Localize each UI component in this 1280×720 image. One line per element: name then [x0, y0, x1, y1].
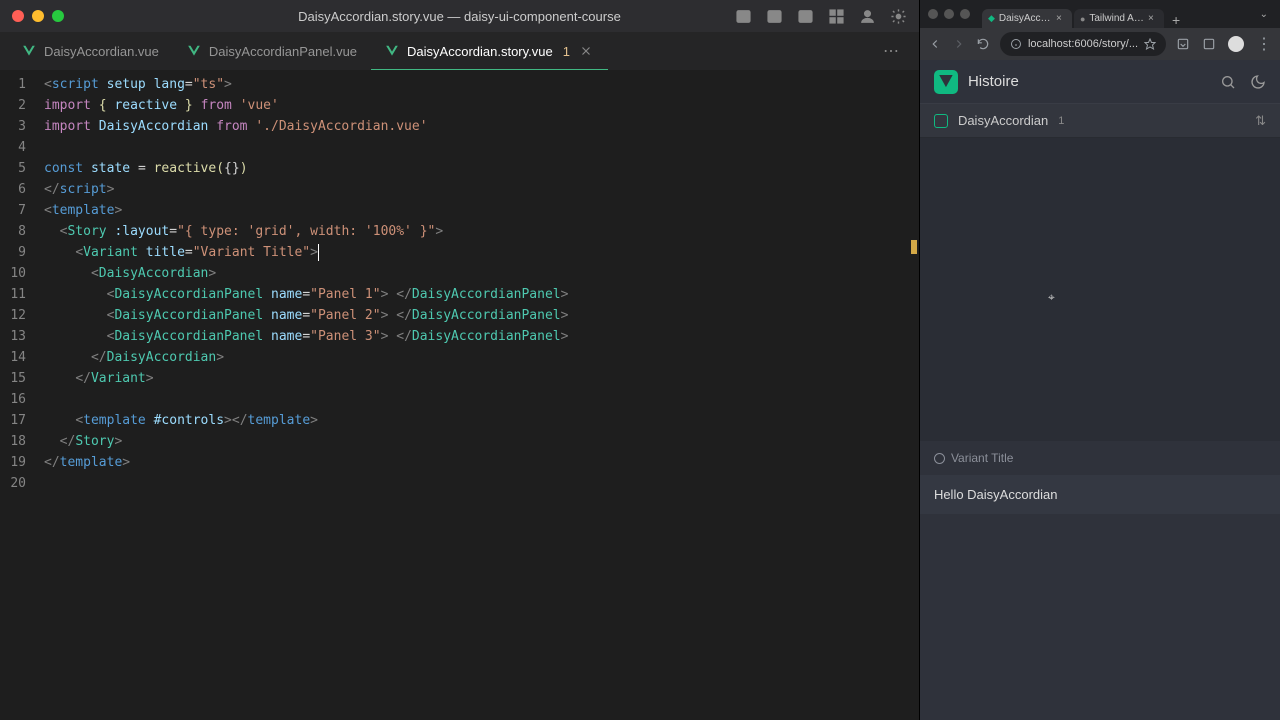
- tab-daisyaccordian[interactable]: DaisyAccordian.vue: [8, 32, 173, 70]
- titlebar-actions: [735, 8, 919, 25]
- variant-content: Hello DaisyAccordian: [920, 475, 1280, 514]
- tab-label: DaisyAccordianPanel.vue: [209, 44, 357, 59]
- code-editor[interactable]: 1234567891011121314151617181920 <script …: [0, 70, 919, 720]
- tab-label: DaisyAccordian.vue: [44, 44, 159, 59]
- account-icon[interactable]: [859, 8, 876, 25]
- tab-daisyaccordian-story[interactable]: DaisyAccordian.story.vue 1: [371, 32, 608, 70]
- profile-avatar[interactable]: [1228, 36, 1244, 52]
- search-icon[interactable]: [1220, 74, 1236, 90]
- browser-toolbar: localhost:6006/story/... ⋮: [920, 28, 1280, 60]
- histoire-title: Histoire: [968, 73, 1019, 90]
- story-canvas: ⌖: [920, 138, 1280, 441]
- titlebar: DaisyAccordian.story.vue — daisy-ui-comp…: [0, 0, 919, 32]
- vue-icon: [22, 44, 36, 58]
- browser-window-controls: [928, 9, 970, 19]
- reload-icon[interactable]: [976, 37, 990, 51]
- info-icon[interactable]: [1010, 38, 1022, 50]
- variant-panel: Variant Title Hello DaisyAccordian: [920, 441, 1280, 720]
- tab-label: DaisyAccordian.story.vue: [407, 44, 553, 59]
- back-icon[interactable]: [928, 37, 942, 51]
- browser-pane: ◆ DaisyAccordian × ● Tailwind Accor × + …: [919, 0, 1280, 720]
- histoire-logo-icon: [934, 70, 958, 94]
- browser-minimize-button[interactable]: [944, 9, 954, 19]
- story-row[interactable]: DaisyAccordian 1 ⇅: [920, 104, 1280, 138]
- window-title: DaisyAccordian.story.vue — daisy-ui-comp…: [298, 9, 621, 24]
- tab-modified-indicator: 1: [563, 44, 570, 59]
- panel-left-icon[interactable]: [735, 8, 752, 25]
- favicon-icon: ●: [1080, 14, 1085, 24]
- browser-titlebar: ◆ DaisyAccordian × ● Tailwind Accor × + …: [920, 0, 1280, 28]
- variant-dot-icon: [934, 453, 945, 464]
- layout-icon[interactable]: [828, 8, 845, 25]
- browser-tabs: ◆ DaisyAccordian × ● Tailwind Accor × +: [982, 0, 1256, 28]
- cursor-indicator: ⌖: [1048, 290, 1055, 305]
- more-actions-icon[interactable]: ⋯: [883, 41, 911, 61]
- url-text: localhost:6006/story/...: [1028, 38, 1138, 50]
- close-icon[interactable]: ×: [1148, 13, 1158, 24]
- browser-tab-label: DaisyAccordian: [999, 13, 1052, 24]
- minimize-window-button[interactable]: [32, 10, 44, 22]
- download-icon[interactable]: [1176, 37, 1190, 51]
- tab-daisyaccordianpanel[interactable]: DaisyAccordianPanel.vue: [173, 32, 371, 70]
- vue-icon: [187, 44, 201, 58]
- variant-title: Variant Title: [951, 451, 1013, 465]
- close-icon[interactable]: ×: [1056, 13, 1066, 24]
- tabs-bar: DaisyAccordian.vue DaisyAccordianPanel.v…: [0, 32, 919, 70]
- new-tab-button[interactable]: +: [1166, 12, 1186, 28]
- variant-blank-area: [920, 520, 1280, 720]
- browser-tab-1[interactable]: ◆ DaisyAccordian ×: [982, 9, 1072, 28]
- scroll-marker: [911, 240, 917, 254]
- variant-header[interactable]: Variant Title: [920, 441, 1280, 475]
- browser-maximize-button[interactable]: [960, 9, 970, 19]
- editor-pane: DaisyAccordian.story.vue — daisy-ui-comp…: [0, 0, 919, 720]
- gear-icon[interactable]: [890, 8, 907, 25]
- line-numbers: 1234567891011121314151617181920: [0, 70, 44, 720]
- panel-bottom-icon[interactable]: [766, 8, 783, 25]
- star-icon[interactable]: [1144, 38, 1156, 50]
- extensions-icon[interactable]: [1202, 37, 1216, 51]
- expand-icon[interactable]: ⇅: [1255, 113, 1266, 129]
- forward-icon[interactable]: [952, 37, 966, 51]
- browser-tab-2[interactable]: ● Tailwind Accor ×: [1074, 9, 1164, 28]
- histoire-header: Histoire: [920, 60, 1280, 104]
- favicon-icon: ◆: [988, 13, 995, 24]
- window-controls: [0, 10, 64, 22]
- code-content[interactable]: <script setup lang="ts">import { reactiv…: [44, 70, 919, 720]
- story-icon: [934, 114, 948, 128]
- histoire-app: Histoire DaisyAccordian 1 ⇅ ⌖ Variant Ti…: [920, 60, 1280, 720]
- maximize-window-button[interactable]: [52, 10, 64, 22]
- browser-tab-label: Tailwind Accor: [1089, 13, 1144, 24]
- panel-right-icon[interactable]: [797, 8, 814, 25]
- url-bar[interactable]: localhost:6006/story/...: [1000, 32, 1166, 56]
- chevron-down-icon[interactable]: ⌄: [1256, 9, 1272, 20]
- vue-icon: [385, 44, 399, 58]
- close-icon[interactable]: [578, 43, 594, 59]
- browser-close-button[interactable]: [928, 9, 938, 19]
- close-window-button[interactable]: [12, 10, 24, 22]
- story-badge: 1: [1058, 115, 1064, 127]
- menu-icon[interactable]: ⋮: [1256, 34, 1272, 54]
- story-name: DaisyAccordian: [958, 113, 1048, 128]
- moon-icon[interactable]: [1250, 74, 1266, 90]
